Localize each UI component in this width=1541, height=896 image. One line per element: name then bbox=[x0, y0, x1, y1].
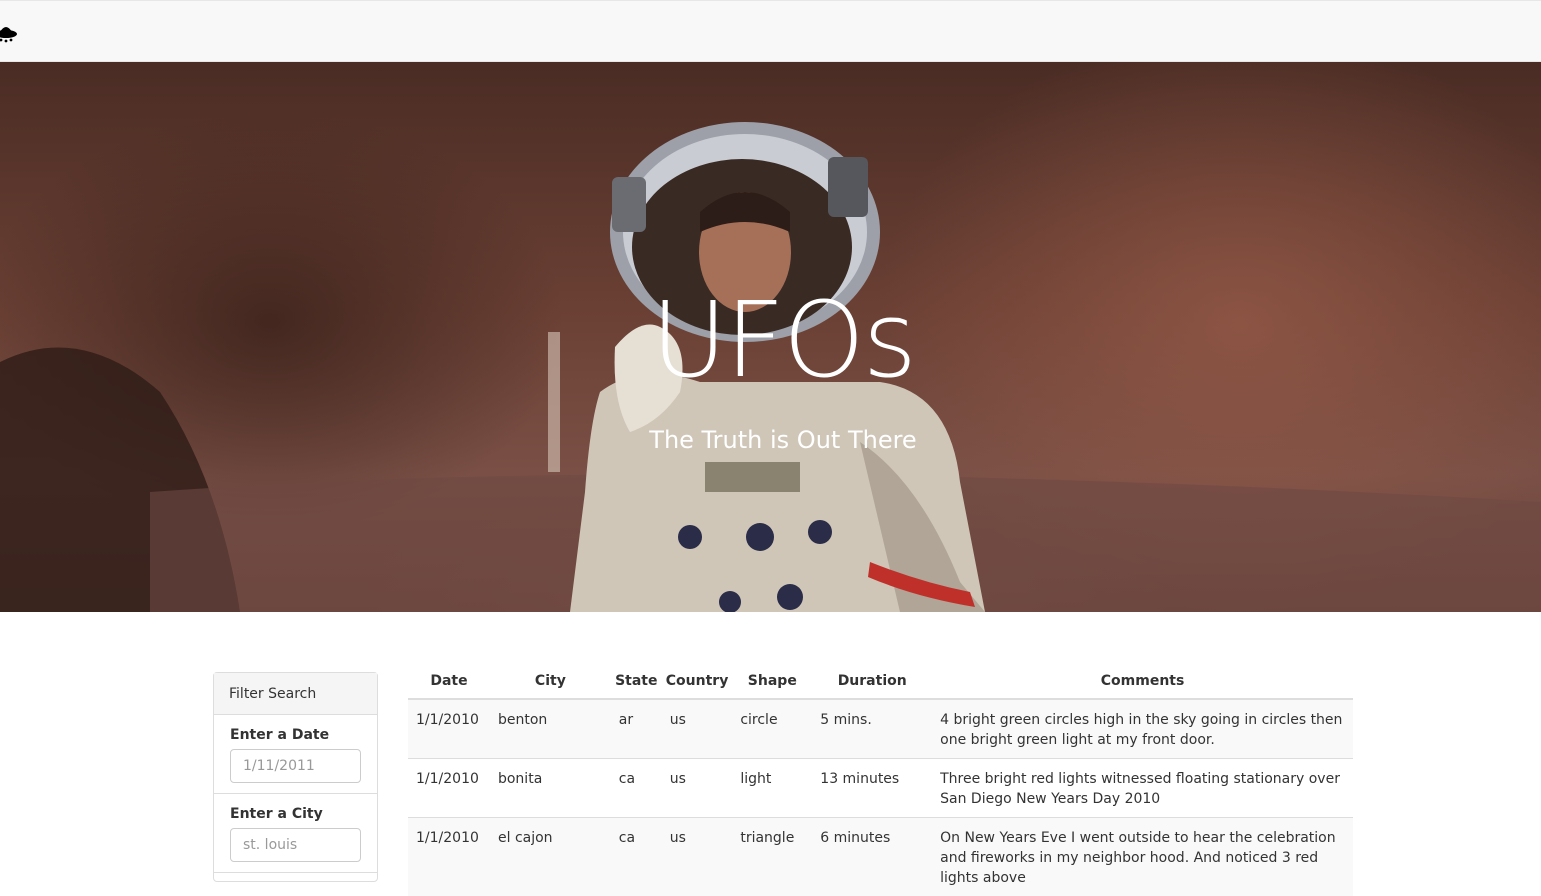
filter-panel-heading: Filter Search bbox=[214, 673, 377, 715]
table-header-row: Date City State Country Shape Duration C… bbox=[408, 664, 1353, 699]
cell-state: ca bbox=[611, 759, 662, 818]
ufo-icon[interactable] bbox=[0, 17, 24, 47]
column-header-state[interactable]: State bbox=[611, 664, 662, 699]
filter-item-date: Enter a Date bbox=[214, 715, 377, 794]
cell-country: us bbox=[662, 818, 733, 896]
cell-duration: 6 minutes bbox=[812, 818, 932, 896]
cell-duration: 5 mins. bbox=[812, 699, 932, 759]
table-row: 1/1/2010 el cajon ca us triangle 6 minut… bbox=[408, 818, 1353, 896]
cell-shape: light bbox=[732, 759, 812, 818]
city-input[interactable] bbox=[230, 828, 361, 862]
column-header-comments[interactable]: Comments bbox=[932, 664, 1353, 699]
ufo-sightings-table: Date City State Country Shape Duration C… bbox=[408, 664, 1353, 896]
column-header-city[interactable]: City bbox=[490, 664, 611, 699]
hero-banner: UFOs The Truth is Out There bbox=[0, 62, 1541, 612]
cell-city: benton bbox=[490, 699, 611, 759]
column-header-date[interactable]: Date bbox=[408, 664, 490, 699]
table-row: 1/1/2010 benton ar us circle 5 mins. 4 b… bbox=[408, 699, 1353, 759]
cell-comments: 4 bright green circles high in the sky g… bbox=[932, 699, 1353, 759]
cell-date: 1/1/2010 bbox=[408, 818, 490, 896]
navbar bbox=[0, 0, 1541, 62]
cell-date: 1/1/2010 bbox=[408, 699, 490, 759]
page-subtitle: The Truth is Out There bbox=[0, 428, 1541, 452]
cell-comments: On New Years Eve I went outside to hear … bbox=[932, 818, 1353, 896]
cell-comments: Three bright red lights witnessed floati… bbox=[932, 759, 1353, 818]
page-title: UFOs bbox=[0, 288, 1541, 392]
cell-city: el cajon bbox=[490, 818, 611, 896]
cell-duration: 13 minutes bbox=[812, 759, 932, 818]
column-header-duration[interactable]: Duration bbox=[812, 664, 932, 699]
cell-shape: triangle bbox=[732, 818, 812, 896]
date-input[interactable] bbox=[230, 749, 361, 783]
cell-city: bonita bbox=[490, 759, 611, 818]
cell-state: ca bbox=[611, 818, 662, 896]
column-header-shape[interactable]: Shape bbox=[732, 664, 812, 699]
filter-item-city: Enter a City bbox=[214, 794, 377, 873]
city-label: Enter a City bbox=[230, 806, 361, 822]
table-row: 1/1/2010 bonita ca us light 13 minutes T… bbox=[408, 759, 1353, 818]
cell-country: us bbox=[662, 699, 733, 759]
cell-shape: circle bbox=[732, 699, 812, 759]
date-label: Enter a Date bbox=[230, 727, 361, 743]
cell-state: ar bbox=[611, 699, 662, 759]
cell-country: us bbox=[662, 759, 733, 818]
cell-date: 1/1/2010 bbox=[408, 759, 490, 818]
column-header-country[interactable]: Country bbox=[662, 664, 733, 699]
filter-panel: Filter Search Enter a Date Enter a City bbox=[213, 672, 378, 882]
